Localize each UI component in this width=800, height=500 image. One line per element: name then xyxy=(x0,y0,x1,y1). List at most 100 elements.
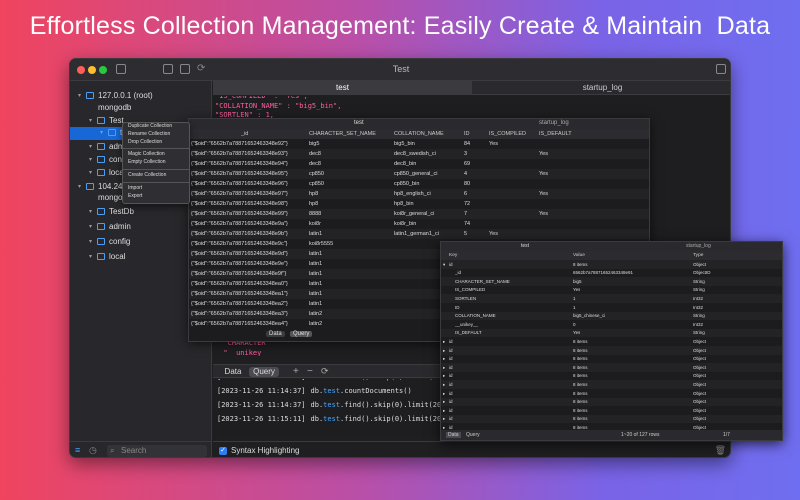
list-icon[interactable]: ≡ xyxy=(75,445,80,455)
table-cell: {"$oid":"6562b7a78871652463348e92"} xyxy=(191,141,288,147)
remove-icon[interactable]: − xyxy=(307,366,313,377)
table-cell: cp850 xyxy=(309,181,324,187)
inspector-toggle-icon[interactable] xyxy=(716,64,726,74)
search-input[interactable]: ⌕ Search xyxy=(107,445,207,457)
chevron-down-icon[interactable]: ▾ xyxy=(100,129,103,136)
inspector-tab-startup-log[interactable]: startup_log xyxy=(686,243,711,249)
inspector-row[interactable]: ▸ id 8 items Object xyxy=(441,372,782,381)
tree-label: admin xyxy=(109,222,131,231)
syntax-highlighting-checkbox[interactable]: ✓ xyxy=(219,447,227,455)
results-tab-startup-log[interactable]: startup_log xyxy=(539,120,569,126)
chevron-down-icon[interactable]: ▾ xyxy=(78,183,81,190)
disclosure-icon[interactable]: ▸ xyxy=(443,339,445,345)
menu-item-magic-collection[interactable]: Magic Collection xyxy=(123,151,189,159)
column-header[interactable]: IS_COMPILED xyxy=(489,131,526,137)
table-row[interactable]: {"$oid":"6562b7a78871652463348e99"} 8888 k… xyxy=(189,209,649,219)
inspector-data-button[interactable]: Data xyxy=(446,432,461,438)
results-data-button[interactable]: Data xyxy=(266,331,285,337)
status-bar: ✓ Syntax Highlighting 🗑 xyxy=(213,441,730,457)
menu-item-import[interactable]: Import xyxy=(123,185,189,193)
inspector-row[interactable]: CHARACTER_SET_NAME big5 String xyxy=(441,277,782,286)
history-icon[interactable]: ◷ xyxy=(89,445,97,456)
table-row[interactable]: {"$oid":"6562b7a78871652463348e98"} hp8 hp… xyxy=(189,199,649,209)
chevron-down-icon[interactable]: ▾ xyxy=(89,223,92,230)
disclosure-icon[interactable]: ▸ xyxy=(443,365,445,371)
chevron-down-icon[interactable]: ▾ xyxy=(89,238,92,245)
disclosure-icon[interactable]: ▸ xyxy=(443,356,445,362)
disclosure-icon[interactable]: ▾ xyxy=(443,262,445,268)
column-header[interactable]: COLLATION_NAME xyxy=(394,131,444,137)
refresh-query-icon[interactable]: ⟳ xyxy=(321,366,329,377)
results-query-button[interactable]: Query xyxy=(290,331,313,337)
add-icon[interactable]: + xyxy=(293,366,299,377)
inspector-cell: String xyxy=(693,313,705,319)
inspector-row[interactable]: ▸ id 8 items Object xyxy=(441,346,782,355)
chevron-down-icon[interactable]: ▾ xyxy=(89,156,92,163)
inspector-row[interactable]: ▸ id 8 items Object xyxy=(441,380,782,389)
results-tab-test[interactable]: test xyxy=(354,120,364,126)
disclosure-icon[interactable]: ▸ xyxy=(443,348,445,354)
inspector-row[interactable]: ▸ id 8 items Object xyxy=(441,406,782,415)
inspector-row[interactable]: ▸ id 8 items Object xyxy=(441,389,782,398)
column-header[interactable]: CHARACTER_SET_NAME xyxy=(309,131,376,137)
inspector-cell: 0 xyxy=(573,321,576,327)
tab-startup-log[interactable]: startup_log xyxy=(473,81,730,95)
inspector-row[interactable]: ▸ id 8 items Object xyxy=(441,337,782,346)
disclosure-icon[interactable]: ▸ xyxy=(443,416,445,422)
database-icon xyxy=(97,143,105,150)
query-mode-button[interactable]: Query xyxy=(249,367,279,377)
table-row[interactable]: {"$oid":"6562b7a78871652463348e92"} big5 b… xyxy=(189,139,649,149)
disclosure-icon[interactable]: ▸ xyxy=(443,382,445,388)
table-row[interactable]: {"$oid":"6562b7a78871652463348e96"} cp850… xyxy=(189,179,649,189)
inspector-row[interactable]: ID 1 Int32 xyxy=(441,303,782,312)
table-row[interactable]: {"$oid":"6562b7a78871652463348e95"} cp850… xyxy=(189,169,649,179)
inspector-cell: 8 items xyxy=(573,356,588,362)
inspector-tab-test[interactable]: test xyxy=(521,243,529,249)
table-cell: koi8r_bin xyxy=(394,221,417,227)
inspector-row[interactable]: ▾ id 8 items Object xyxy=(441,260,782,269)
inspector-row[interactable]: IS_DEFAULT Yes String xyxy=(441,328,782,338)
menu-item-rename-collection[interactable]: Rename Collection xyxy=(123,131,189,139)
menu-item-export[interactable]: Export xyxy=(123,193,189,201)
chevron-down-icon[interactable]: ▾ xyxy=(89,169,92,176)
menu-item-create-collection[interactable]: Create Collection xyxy=(123,172,189,180)
inspector-row[interactable]: ▸ id 8 items Object xyxy=(441,397,782,407)
menu-item-drop-collection[interactable]: Drop Collection xyxy=(123,139,189,147)
chevron-down-icon[interactable]: ▾ xyxy=(89,117,92,124)
inspector-row[interactable]: COLLATION_NAME big5_chinese_ci String xyxy=(441,311,782,321)
inspector-row[interactable]: ▸ id 8 items Object xyxy=(441,414,782,424)
inspector-row[interactable]: ▸ id 8 items Object xyxy=(441,355,782,364)
inspector-row[interactable]: ▸ id 8 items Object xyxy=(441,363,782,372)
inspector-cell: id xyxy=(449,261,453,267)
table-row[interactable]: {"$oid":"6562b7a78871652463348e97"} hp8 hp… xyxy=(189,189,649,199)
sidebar-item-mongodb[interactable]: mongodb xyxy=(70,102,212,115)
tab-test[interactable]: test xyxy=(213,81,472,95)
table-cell: 8888 xyxy=(309,211,322,217)
table-row[interactable]: {"$oid":"6562b7a78871652463348e94"} dec8 d… xyxy=(189,159,649,169)
disclosure-icon[interactable]: ▸ xyxy=(443,391,445,397)
chevron-down-icon[interactable]: ▾ xyxy=(89,253,92,260)
inspector-cell: String xyxy=(693,287,705,293)
chevron-down-icon[interactable]: ▾ xyxy=(78,92,81,99)
chevron-down-icon[interactable]: ▾ xyxy=(89,143,92,150)
table-row[interactable]: {"$oid":"6562b7a78871652463348e9b"} latin… xyxy=(189,229,649,239)
table-row[interactable]: {"$oid":"6562b7a78871652463348e93"} dec8 d… xyxy=(189,149,649,159)
inspector-row[interactable]: __unikey__ 0 Int32 xyxy=(441,320,782,329)
inspector-row[interactable]: IS_COMPILED Yes String xyxy=(441,286,782,295)
menu-item-empty-collection[interactable]: Empty Collection xyxy=(123,159,189,167)
chevron-down-icon[interactable]: ▾ xyxy=(89,208,92,215)
inspector-cell: 8 items xyxy=(573,261,588,267)
disclosure-icon[interactable]: ▸ xyxy=(443,408,445,414)
column-header[interactable]: ID xyxy=(464,131,470,137)
disclosure-icon[interactable]: ▸ xyxy=(443,399,445,405)
data-mode-button[interactable]: Data xyxy=(219,367,247,377)
column-header[interactable]: _id xyxy=(241,131,248,137)
inspector-row[interactable]: _id 6562b7a78871652463348e91 ObjectID xyxy=(441,269,782,278)
disclosure-icon[interactable]: ▸ xyxy=(443,373,445,379)
table-row[interactable]: {"$oid":"6562b7a78871652463348e9a"} koi8r… xyxy=(189,219,649,229)
inspector-row[interactable]: SORTLEN 1 Int32 xyxy=(441,294,782,303)
menu-item-duplicate-collection[interactable]: Duplicate Collection xyxy=(123,123,189,131)
inspector-query-button[interactable]: Query xyxy=(466,432,480,438)
column-header[interactable]: IS_DEFAULT xyxy=(539,131,572,137)
trash-icon[interactable]: 🗑 xyxy=(715,445,726,456)
